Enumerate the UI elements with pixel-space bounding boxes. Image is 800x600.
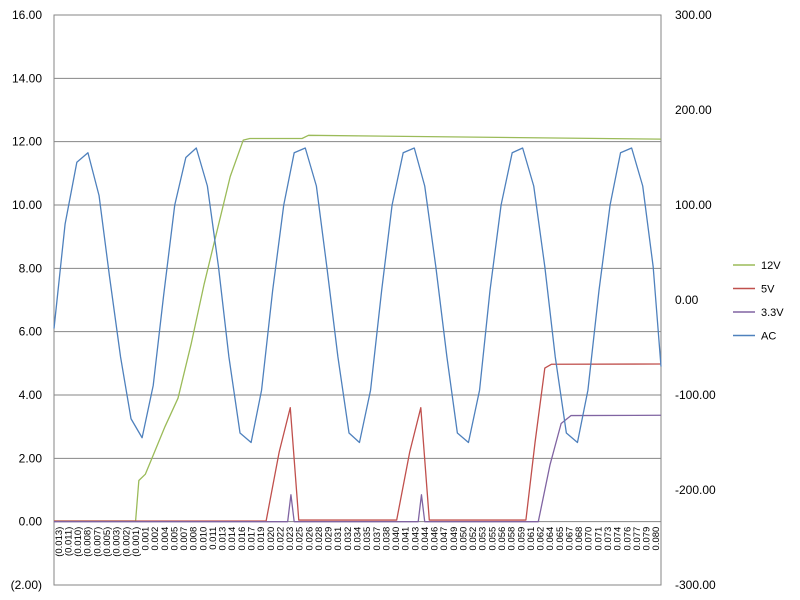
series-line-12v bbox=[54, 134, 662, 522]
right-tick-label: 0.00 bbox=[675, 293, 699, 307]
left-tick-label: 4.00 bbox=[19, 388, 43, 402]
legend-label: 3.3V bbox=[761, 307, 784, 319]
right-tick-label: -100.00 bbox=[675, 388, 716, 402]
left-tick-label: 10.00 bbox=[12, 198, 42, 212]
right-tick-label: 300.00 bbox=[675, 8, 712, 22]
right-tick-label: -300.00 bbox=[675, 578, 716, 592]
line-chart: (2.00) 0.00 2.00 4.00 6.00 8.00 10.00 12.00 14.0… bbox=[11, 8, 785, 592]
left-axis-ticks: (2.00) 0.00 2.00 4.00 6.00 8.00 10.00 12.00 14.0… bbox=[11, 8, 43, 592]
right-tick-label: -200.00 bbox=[675, 483, 716, 497]
series-line-5v bbox=[54, 363, 662, 522]
series-lines bbox=[53, 134, 662, 523]
right-tick-label: 200.00 bbox=[675, 103, 712, 117]
left-tick-label: (2.00) bbox=[11, 578, 42, 592]
left-tick-label: 8.00 bbox=[19, 261, 43, 275]
chart-container: (2.00) 0.00 2.00 4.00 6.00 8.00 10.00 12.00 14.0… bbox=[0, 0, 800, 600]
gridlines bbox=[54, 14, 661, 586]
legend-label: 12V bbox=[761, 260, 781, 272]
right-axis-ticks: -300.00 -200.00 -100.00 0.00 100.00 200.00 300… bbox=[675, 8, 716, 592]
left-tick-label: 14.00 bbox=[12, 71, 42, 85]
left-tick-label: 6.00 bbox=[19, 325, 43, 339]
left-tick-label: 16.00 bbox=[12, 8, 42, 22]
x-tick-label: 0.080 bbox=[651, 527, 662, 551]
right-tick-label: 100.00 bbox=[675, 198, 712, 212]
series-line-ac bbox=[53, 147, 662, 444]
plot-area-border bbox=[53, 14, 662, 586]
left-tick-label: 0.00 bbox=[19, 515, 43, 529]
legend-label: 5V bbox=[761, 284, 775, 296]
series-line-33v bbox=[54, 414, 662, 523]
left-tick-label: 12.00 bbox=[12, 135, 42, 149]
legend-label: AC bbox=[761, 331, 776, 343]
legend: 12V 5V 3.3V AC bbox=[733, 260, 784, 343]
x-axis-ticks: (0.013)(0.011)(0.010)(0.008)(0.007)(0.00… bbox=[54, 527, 662, 557]
left-tick-label: 2.00 bbox=[19, 451, 43, 465]
